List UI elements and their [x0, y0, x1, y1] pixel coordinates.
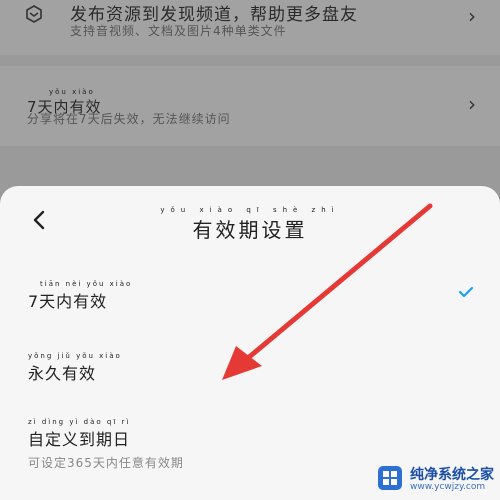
watermark-text: 纯净系统之家	[410, 467, 494, 483]
publish-resource-row[interactable]: 发布资源到发现频道，帮助更多盘友 支持音视频、文档及图片4种单类文件 ›	[0, 0, 500, 55]
option-label: 7天内有效	[28, 292, 108, 311]
site-watermark: 纯净系统之家 www.ycwjzy.com	[370, 460, 500, 500]
option-label: 永久有效	[28, 364, 97, 383]
chevron-right-icon: ›	[468, 4, 476, 28]
option-pinyin: yǒng jiǔ yǒu xiào	[28, 352, 122, 360]
sheet-title-pinyin: yǒu xiào qī shè zhì	[160, 206, 340, 214]
validity-pinyin: yǒu xiào	[49, 88, 95, 96]
chevron-right-icon: ›	[468, 92, 476, 116]
box-icon	[26, 5, 42, 23]
check-icon	[458, 286, 474, 298]
publish-subtitle: 支持音视频、文档及图片4种单类文件	[70, 24, 287, 38]
option-7-days[interactable]: tiān nèi yǒu xiào 7天内有效	[28, 280, 468, 312]
validity-row[interactable]: yǒu xiào 7天内有效 分享将在7天后失效，无法继续访问 ›	[0, 66, 500, 146]
validity-subtitle: 分享将在7天后失效，无法继续访问	[27, 112, 231, 126]
option-permanent[interactable]: yǒng jiǔ yǒu xiào 永久有效	[28, 352, 468, 384]
watermark-url: www.ycwjzy.com	[410, 482, 486, 492]
option-label: 自定义到期日	[28, 430, 131, 449]
sheet-title: yǒu xiào qī shè zhì 有效期设置	[0, 206, 500, 243]
windows-logo-icon	[378, 466, 402, 490]
validity-bottom-sheet: yǒu xiào qī shè zhì 有效期设置 tiān nèi yǒu x…	[0, 186, 500, 500]
option-pinyin: tiān nèi yǒu xiào	[40, 280, 133, 288]
option-pinyin: zì dìng yì dào qī rì	[28, 418, 131, 426]
sheet-title-text: 有效期设置	[192, 218, 308, 242]
